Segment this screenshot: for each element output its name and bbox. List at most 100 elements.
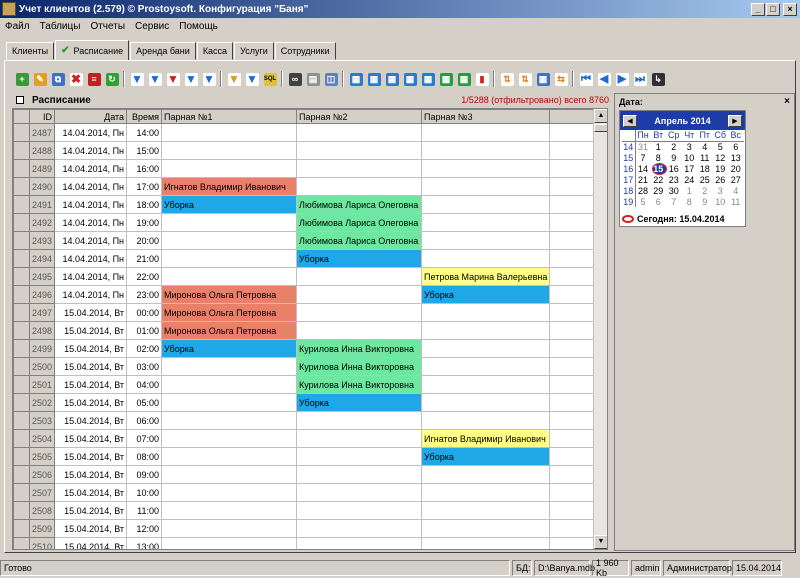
vertical-scrollbar[interactable]: ▲ ▼ <box>593 109 607 549</box>
cell-id[interactable]: 2494 <box>28 249 56 268</box>
table-row[interactable]: 2502 15.04.2014, Вт 05:00 Уборка <box>13 393 600 412</box>
calendar-day[interactable]: 6 <box>651 196 667 207</box>
cell-time[interactable]: 16:00 <box>126 159 163 178</box>
cell-date[interactable]: 14.04.2014, Пн <box>54 231 128 250</box>
cell-room-1[interactable] <box>161 447 298 466</box>
cell-room-3[interactable]: Петрова Марина Валерьевна <box>421 267 551 286</box>
cell-id[interactable]: 2497 <box>28 303 56 322</box>
calendar-day[interactable]: 17 <box>682 163 698 174</box>
cell-room-3[interactable] <box>421 213 551 232</box>
cell-room-3[interactable] <box>421 339 551 358</box>
calendar-day[interactable]: 4 <box>697 141 713 152</box>
calendar-day[interactable]: 12 <box>713 152 729 163</box>
cell-room-1[interactable] <box>161 159 298 178</box>
calendar-day[interactable]: 28 <box>635 185 651 196</box>
cell-date[interactable]: 15.04.2014, Вт <box>54 321 128 340</box>
table-row[interactable]: 2489 14.04.2014, Пн 16:00 <box>13 159 600 178</box>
cell-time[interactable]: 03:00 <box>126 357 163 376</box>
table-row[interactable]: 2505 15.04.2014, Вт 08:00 Уборка <box>13 447 600 466</box>
cell-date[interactable]: 14.04.2014, Пн <box>54 213 128 232</box>
calendar-day[interactable]: 30 <box>666 185 682 196</box>
table-row[interactable]: 2495 14.04.2014, Пн 22:00 Петрова Марина Ва… <box>13 267 600 286</box>
cell-time[interactable]: 05:00 <box>126 393 163 412</box>
cell-id[interactable]: 2498 <box>28 321 56 340</box>
menu-tables[interactable]: Таблицы <box>35 21 86 32</box>
filter-add-icon[interactable]: ▼ <box>147 71 163 87</box>
cell-id[interactable]: 2495 <box>28 267 56 286</box>
collapse-icon[interactable] <box>16 96 24 104</box>
export-icon[interactable]: ▦ <box>348 71 364 87</box>
cell-time[interactable]: 04:00 <box>126 375 163 394</box>
tab-staff[interactable]: Сотрудники <box>274 42 336 60</box>
table-row[interactable]: 2501 15.04.2014, Вт 04:00 Курилова Инна Вик… <box>13 375 600 394</box>
column-header-room-1[interactable]: Парная №1 <box>161 109 298 124</box>
sort-desc-icon[interactable]: ⇅ <box>517 71 533 87</box>
cell-room-2[interactable]: Курилова Инна Викторовна <box>296 375 423 394</box>
cell-room-3[interactable]: Уборка <box>421 285 551 304</box>
cell-time[interactable]: 07:00 <box>126 429 163 448</box>
columns-icon[interactable]: ⇆ <box>553 71 569 87</box>
bar-chart-icon[interactable]: ▮ <box>474 71 490 87</box>
calendar-day[interactable]: 13 <box>728 152 744 163</box>
scroll-thumb[interactable] <box>594 124 607 132</box>
cell-room-2[interactable] <box>296 159 423 178</box>
cell-date[interactable]: 15.04.2014, Вт <box>54 411 128 430</box>
cell-room-3[interactable]: Игнатов Владимир Иванович <box>421 429 551 448</box>
cell-room-1[interactable] <box>161 519 298 538</box>
menu-service[interactable]: Сервис <box>130 21 174 32</box>
cell-id[interactable]: 2507 <box>28 483 56 502</box>
cell-room-1[interactable] <box>161 231 298 250</box>
copy-icon[interactable]: ⧉ <box>50 71 66 87</box>
tab-services[interactable]: Услуги <box>234 42 274 60</box>
cell-room-3[interactable] <box>421 231 551 250</box>
cell-time[interactable]: 11:00 <box>126 501 163 520</box>
cell-date[interactable]: 15.04.2014, Вт <box>54 501 128 520</box>
cell-room-3[interactable] <box>421 519 551 538</box>
cell-time[interactable]: 00:00 <box>126 303 163 322</box>
scroll-down-icon[interactable]: ▼ <box>594 535 607 549</box>
cell-room-2[interactable]: Любимова Лариса Олеговна <box>296 195 423 214</box>
cell-time[interactable]: 19:00 <box>126 213 163 232</box>
table-row[interactable]: 2497 15.04.2014, Вт 00:00 Миронова Ольга Пе… <box>13 303 600 322</box>
calendar-day[interactable]: 26 <box>713 174 729 185</box>
next-month-icon[interactable]: ▶ <box>728 114 742 127</box>
cell-room-1[interactable] <box>161 213 298 232</box>
print-icon[interactable]: ▤ <box>305 71 321 87</box>
cell-room-2[interactable] <box>296 483 423 502</box>
cell-room-2[interactable]: Любимова Лариса Олеговна <box>296 231 423 250</box>
goto-icon[interactable]: ↳ <box>650 71 666 87</box>
cell-room-2[interactable] <box>296 465 423 484</box>
table-row[interactable]: 2487 14.04.2014, Пн 14:00 <box>13 123 600 142</box>
table-icon[interactable]: ▦ <box>402 71 418 87</box>
cell-room-3[interactable] <box>421 465 551 484</box>
calendar-day[interactable]: 5 <box>713 141 729 152</box>
table-row[interactable]: 2494 14.04.2014, Пн 21:00 Уборка <box>13 249 600 268</box>
cell-date[interactable]: 15.04.2014, Вт <box>54 447 128 466</box>
import-icon[interactable]: ▦ <box>384 71 400 87</box>
filter-settings-icon[interactable]: ▼ <box>201 71 217 87</box>
calendar-day[interactable]: 31 <box>635 141 651 152</box>
cell-room-2[interactable] <box>296 519 423 538</box>
cell-room-1[interactable] <box>161 141 298 160</box>
cell-room-1[interactable] <box>161 393 298 412</box>
cell-room-1[interactable]: Миронова Ольга Петровна <box>161 285 298 304</box>
cell-id[interactable]: 2487 <box>28 123 56 142</box>
table-row[interactable]: 2492 14.04.2014, Пн 19:00 Любимова Лариса О… <box>13 213 600 232</box>
cell-room-2[interactable]: Курилова Инна Викторовна <box>296 339 423 358</box>
cell-room-1[interactable] <box>161 411 298 430</box>
menu-help[interactable]: Помощь <box>174 21 223 32</box>
cell-time[interactable]: 15:00 <box>126 141 163 160</box>
cell-id[interactable]: 2501 <box>28 375 56 394</box>
calendar-today-link[interactable]: Сегодня: 15.04.2014 <box>622 214 724 224</box>
cell-time[interactable]: 21:00 <box>126 249 163 268</box>
cell-date[interactable]: 14.04.2014, Пн <box>54 141 128 160</box>
calendar-day[interactable]: 10 <box>713 196 729 207</box>
cell-date[interactable]: 15.04.2014, Вт <box>54 339 128 358</box>
calendar-day[interactable]: 3 <box>682 141 698 152</box>
table-row[interactable]: 2499 15.04.2014, Вт 02:00 Уборка Курилова Ин… <box>13 339 600 358</box>
maximize-button[interactable]: □ <box>766 2 780 16</box>
cell-room-2[interactable] <box>296 321 423 340</box>
cell-date[interactable]: 15.04.2014, Вт <box>54 465 128 484</box>
cell-room-2[interactable]: Уборка <box>296 393 423 412</box>
tab-bath-rent[interactable]: Аренда бани <box>130 42 196 60</box>
